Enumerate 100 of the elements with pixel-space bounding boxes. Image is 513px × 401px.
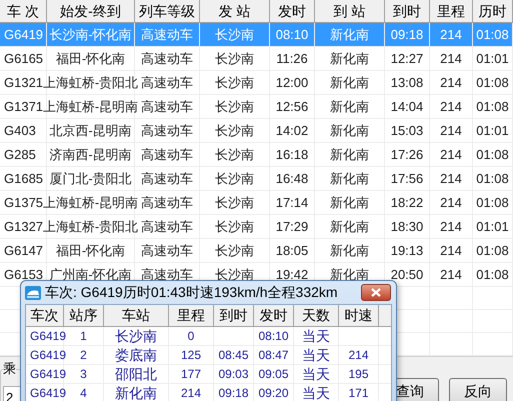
table-cell-text: 177	[180, 366, 202, 383]
table-cell-text: 12:27	[390, 50, 424, 68]
table-cell-text: 08:45	[218, 347, 249, 364]
table-cell-text: 长沙南	[215, 146, 254, 164]
table-row[interactable]: G1375上海虹桥-昆明南 高速动车 长沙南 17:14 新化南 18:22 214 01:08	[0, 191, 513, 215]
table-cell-text: 01:08	[476, 98, 509, 116]
table-cell-text: 高速动车	[141, 74, 193, 92]
table-row[interactable]: G1685 厦门北-贵阳北 高速动车 长沙南 16:48 新化南 17:56 214 01:08	[0, 167, 513, 191]
table-cell-text: 长沙南	[215, 26, 254, 44]
table-cell-text: 新化南	[330, 170, 369, 188]
table-cell-text: 16:48	[276, 170, 308, 188]
table-cell-text: 福田-怀化南	[56, 50, 126, 68]
table-cell-text: 长沙南	[215, 218, 254, 236]
group-label: 乘	[3, 361, 16, 377]
table-cell-text: G6419	[30, 366, 66, 383]
table-cell-text: 济南西-昆明南	[49, 146, 132, 164]
table-row[interactable]: G1321上海虹桥-贵阳北 高速动车 长沙南 12:00 新化南 13:08 214 01:08	[0, 71, 513, 95]
table-cell-text: 214	[440, 98, 462, 116]
close-button[interactable]	[361, 284, 391, 301]
table-cell-text: G6419	[30, 347, 66, 364]
column-header[interactable]: 车 次	[0, 0, 47, 22]
table-cell-text: 新化南	[330, 122, 369, 140]
table-cell-text: 09:05	[258, 366, 289, 383]
table-cell-text: 214	[440, 218, 462, 236]
column-header[interactable]: 发时	[254, 305, 294, 326]
action-button[interactable]: 反向	[449, 378, 507, 401]
table-cell-text: 高速动车	[141, 242, 193, 260]
column-header[interactable]: 发 站	[200, 0, 270, 22]
table-cell-text: 17:29	[276, 218, 308, 236]
table-cell-text: 17:56	[390, 170, 424, 188]
table-cell-text: 214	[440, 242, 462, 260]
column-header[interactable]: 里程	[169, 305, 214, 326]
table-cell-text: 214	[440, 50, 462, 68]
table-cell-text: 09:20	[258, 385, 289, 401]
table-row[interactable]: G285 济南西-昆明南 高速动车 长沙南 16:18 新化南 17:26 214 01:08	[0, 143, 513, 167]
column-header[interactable]: 到时	[214, 305, 254, 326]
table-cell-text: 新化南	[330, 218, 369, 236]
table-cell-text: 4	[80, 385, 87, 401]
table-cell-text: 214	[180, 385, 202, 401]
table-cell-text: 0	[188, 328, 194, 345]
table-row[interactable]: G1371上海虹桥-昆明南 高速动车 长沙南 12:56 新化南 14:04 214 01:08	[0, 95, 513, 119]
table-cell-text: 01:01	[476, 122, 509, 140]
table-cell-text: 14:04	[390, 98, 424, 116]
table-cell-text: 01:08	[476, 266, 509, 284]
table-cell-text: 19:42	[276, 266, 308, 284]
table-row[interactable]: G403 北京西-昆明南 高速动车 长沙南 14:02 新化南 15:03 214 01:01	[0, 119, 513, 143]
table-cell-text: 当天	[302, 326, 330, 346]
table-cell-text: 12:00	[276, 74, 308, 92]
column-header[interactable]: 历时	[473, 0, 513, 22]
table-cell-text: 2	[80, 347, 87, 364]
table-cell-text: 125	[180, 347, 202, 364]
table-cell-text: 高速动车	[141, 170, 193, 188]
table-cell-text: 214	[440, 266, 462, 284]
table-row[interactable]: G6165 福田-怀化南 高速动车 长沙南 11:26 新化南 12:27 214 01:01	[0, 47, 513, 71]
table-cell-text: 当天	[302, 346, 330, 364]
column-header[interactable]: 车站	[104, 305, 169, 326]
table-cell-text: 19:13	[390, 242, 424, 260]
table-cell-text: 长沙南	[215, 98, 254, 116]
table-cell-text: 娄底南	[115, 346, 157, 364]
table-cell-text: 长沙南	[215, 74, 254, 92]
column-header[interactable]: 里程	[430, 0, 473, 22]
table-cell-text: 171	[348, 385, 369, 401]
table-cell-text: 09:18	[390, 26, 424, 44]
table-row[interactable]: G6147 福田-怀化南 高速动车 长沙南 18:05 新化南 19:13 214 01:08	[0, 239, 513, 263]
table-cell-text: 上海虹桥-贵阳北	[42, 74, 138, 92]
table-row[interactable]: G1327上海虹桥-贵阳北 高速动车 长沙南 17:29 新化南 18:30 214 01:01	[0, 215, 513, 239]
table-cell-text: 1	[80, 328, 87, 345]
table-cell-text: 新化南	[330, 26, 369, 44]
table-cell-text: G6419	[4, 26, 44, 44]
table-cell-text: 高速动车	[141, 50, 193, 68]
column-header[interactable]: 天数	[294, 305, 339, 326]
table-cell-text: 高速动车	[141, 122, 193, 140]
table-cell-text: 高速动车	[141, 26, 193, 44]
table-cell-text: 新化南	[330, 98, 369, 116]
table-cell-text: 17:26	[390, 146, 424, 164]
column-header[interactable]: 站序	[64, 305, 104, 326]
table-cell-text: 214	[348, 347, 369, 364]
column-header[interactable]: 列车等级	[135, 0, 200, 22]
table-cell-text: 长沙南	[215, 50, 254, 68]
table-cell-text: G6153	[4, 266, 44, 284]
table-cell-text: 01:01	[476, 50, 509, 68]
table-cell-text: 01:08	[476, 74, 509, 92]
table-cell-text: 214	[440, 122, 462, 140]
table-cell-text: 高速动车	[141, 194, 193, 212]
column-header[interactable]: 到 站	[315, 0, 385, 22]
table-cell-text: 长沙南	[215, 170, 254, 188]
table-cell-text: G6165	[4, 50, 44, 68]
table-cell-text: 16:18	[276, 146, 308, 164]
column-header[interactable]: 到时	[385, 0, 430, 22]
table-cell-text: 新化南	[330, 50, 369, 68]
table-cell-text: 上海虹桥-昆明南	[42, 98, 138, 116]
column-header[interactable]: 时速	[339, 305, 379, 326]
table-cell-text: 3	[80, 366, 87, 383]
table-cell-text: 高速动车	[141, 218, 193, 236]
table-cell-text: 14:02	[276, 122, 308, 140]
table-cell-text: 上海虹桥-贵阳北	[42, 218, 138, 236]
column-header[interactable]: 始发-终到	[47, 0, 135, 22]
column-header[interactable]: 车次	[26, 305, 64, 326]
column-header[interactable]: 发时	[270, 0, 315, 22]
table-cell-text: 18:22	[390, 194, 424, 212]
